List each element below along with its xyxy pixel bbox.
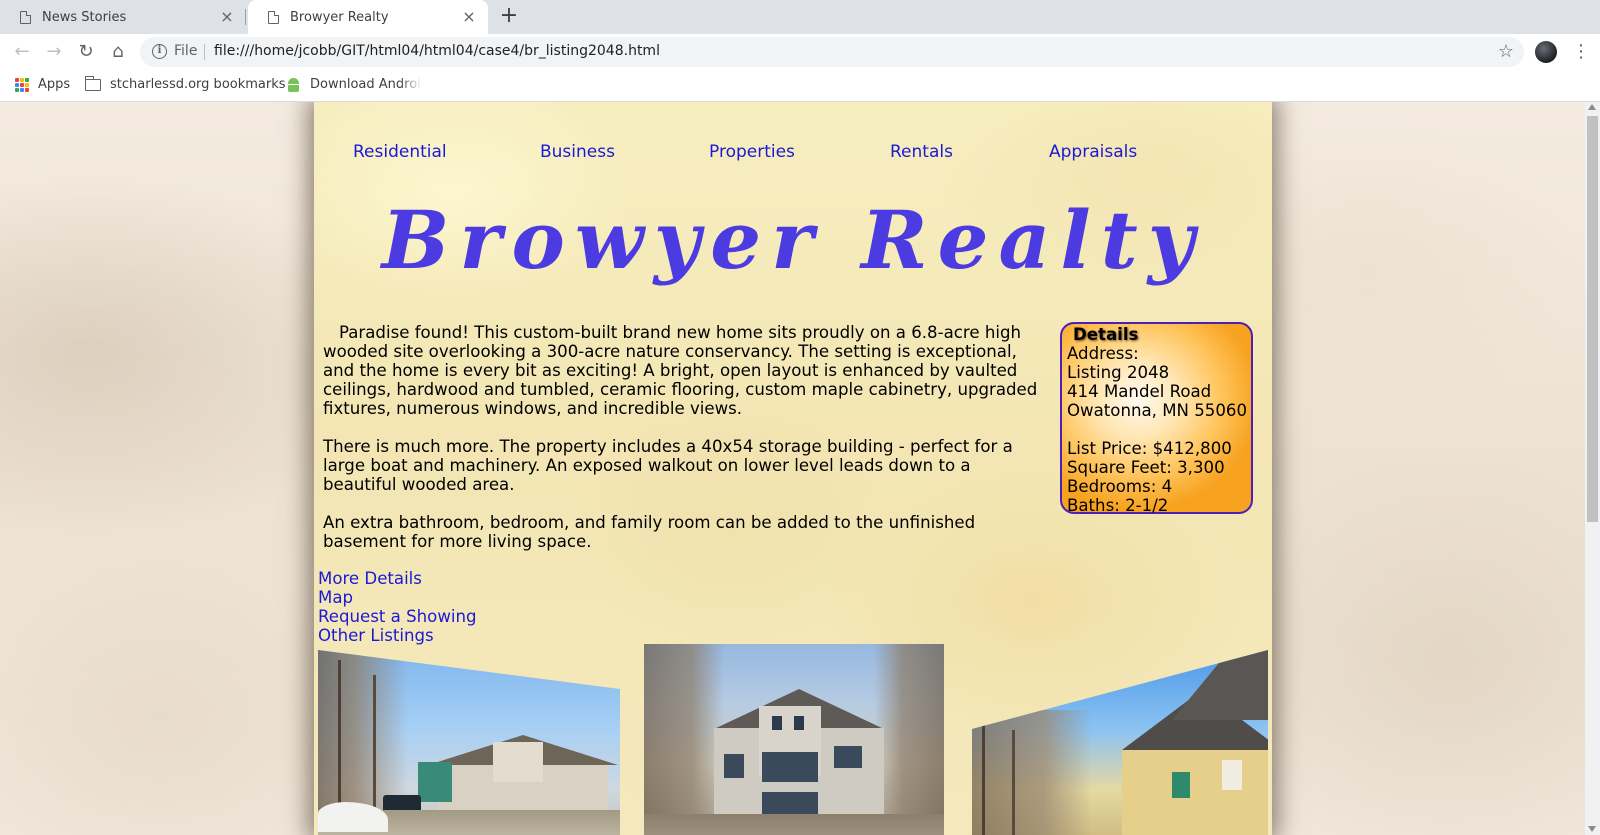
tab-title: News Stories — [42, 9, 127, 25]
listing-links: More Details Map Request a Showing Other… — [318, 569, 477, 645]
bookmark-label: Apps — [38, 77, 71, 92]
city-state-zip: Owatonna, MN 55060 — [1067, 401, 1248, 420]
house-photo-rear[interactable] — [644, 644, 944, 835]
close-icon[interactable]: × — [218, 8, 236, 26]
scrollbar-thumb[interactable] — [1587, 116, 1598, 522]
link-other-listings[interactable]: Other Listings — [318, 626, 477, 645]
apps-grid-icon — [15, 77, 29, 92]
bookmark-label: stcharlessd.org bookmarks — [110, 77, 286, 92]
address-bar[interactable]: i File file:///home/jcobb/GIT/html04/htm… — [140, 37, 1524, 67]
link-request-showing[interactable]: Request a Showing — [318, 607, 477, 626]
bookmark-label: Download Android — [310, 77, 422, 92]
description-paragraph: Paradise found! This custom-built brand … — [323, 323, 1038, 418]
back-arrow-icon[interactable]: ← — [10, 40, 34, 64]
bookmarks-bar: Apps stcharlessd.org bookmarks Download … — [0, 70, 1600, 102]
bookmark-apps[interactable]: Apps — [15, 77, 70, 92]
document-icon — [20, 10, 31, 24]
tab-title: Browyer Realty — [290, 9, 389, 25]
info-icon[interactable]: i — [152, 44, 167, 59]
list-price: List Price: $412,800 — [1067, 439, 1232, 458]
forward-arrow-icon[interactable]: → — [42, 40, 66, 64]
menu-kebab-icon[interactable]: ⋮ — [1572, 41, 1590, 63]
street-address: 414 Mandel Road — [1067, 382, 1212, 401]
scroll-down-arrow-icon[interactable] — [1588, 826, 1596, 832]
url-text[interactable]: file:///home/jcobb/GIT/html04/html04/cas… — [214, 43, 660, 59]
bookmark-star-icon[interactable]: ☆ — [1498, 41, 1514, 62]
description-paragraph: There is much more. The property include… — [323, 437, 1013, 494]
listing-page: Residential Business Properties Rentals … — [314, 102, 1272, 835]
nav-appraisals[interactable]: Appraisals — [1049, 142, 1137, 162]
profile-avatar[interactable] — [1535, 41, 1557, 63]
house-photo-side[interactable] — [972, 650, 1268, 835]
listing-number: Listing 2048 — [1067, 363, 1170, 382]
nav-business[interactable]: Business — [540, 142, 615, 162]
scroll-up-arrow-icon[interactable] — [1588, 104, 1596, 110]
new-tab-plus-icon[interactable]: + — [498, 5, 520, 28]
nav-rentals[interactable]: Rentals — [890, 142, 953, 162]
page-viewport: Residential Business Properties Rentals … — [0, 102, 1600, 835]
folder-icon — [84, 75, 101, 91]
nav-properties[interactable]: Properties — [709, 142, 795, 162]
tab-news-stories[interactable]: News Stories × — [0, 0, 246, 34]
link-map[interactable]: Map — [318, 588, 477, 607]
bookmark-stcharlessd[interactable]: stcharlessd.org bookmarks — [84, 75, 286, 92]
document-icon — [268, 10, 279, 24]
details-box: Details Address: Listing 2048 414 Mandel… — [1060, 322, 1253, 515]
link-more-details[interactable]: More Details — [318, 569, 477, 588]
browser-toolbar: ← → ↻ ⌂ i File file:///home/jcobb/GIT/ht… — [0, 34, 1600, 70]
details-heading: Details — [1073, 325, 1139, 344]
description-paragraph: An extra bathroom, bedroom, and family r… — [323, 513, 976, 551]
baths: Baths: 2-1/2 — [1067, 496, 1169, 515]
house-photo-front[interactable] — [318, 650, 620, 835]
divider — [204, 44, 205, 60]
square-feet: Square Feet: 3,300 — [1067, 458, 1225, 477]
listing-description: Paradise found! This custom-built brand … — [323, 323, 1049, 570]
home-icon[interactable]: ⌂ — [106, 40, 130, 64]
bookmark-download-android[interactable]: Download Android — [286, 77, 422, 92]
reload-icon[interactable]: ↻ — [74, 40, 98, 64]
close-icon[interactable]: × — [460, 8, 478, 26]
bedrooms: Bedrooms: 4 — [1067, 477, 1173, 496]
site-brand-title: Browyer Realty — [381, 193, 1205, 287]
tab-browyer-realty[interactable]: Browyer Realty × — [248, 0, 488, 34]
address-label: Address: — [1067, 344, 1139, 363]
page-scrollbar[interactable] — [1585, 102, 1600, 835]
url-scheme-label: File — [174, 43, 198, 59]
android-icon — [286, 77, 301, 92]
nav-residential[interactable]: Residential — [353, 142, 447, 162]
tab-strip: News Stories × Browyer Realty × + — [0, 0, 1600, 34]
